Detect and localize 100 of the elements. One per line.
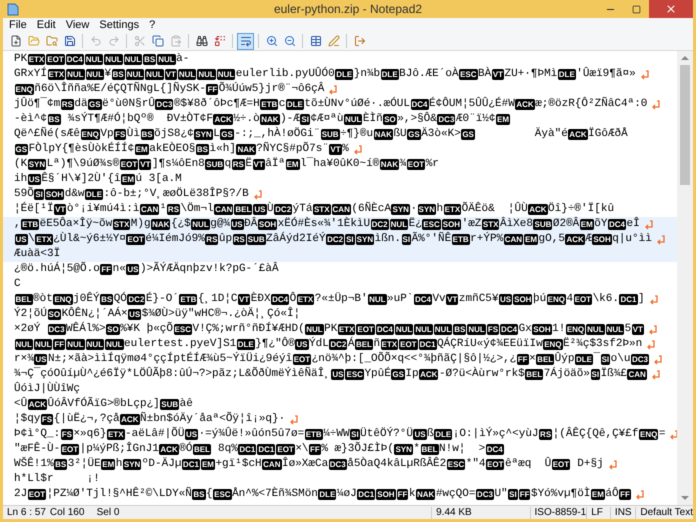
text-run: )>ÃÝÆÄqnþzv!k?pG-´£àÂ xyxy=(140,263,279,276)
control-char-badge: VT xyxy=(54,204,66,215)
control-char-badge: ESC xyxy=(422,219,441,230)
control-char-badge: US xyxy=(331,369,344,380)
word-wrap-button[interactable] xyxy=(237,32,254,50)
text-run: WÊÁl%> xyxy=(66,323,106,336)
text-run: ®$¥8ð´ôÞc¶Æ=H xyxy=(174,98,260,111)
control-char-badge: ETX xyxy=(106,429,125,440)
control-char-badge: ACK xyxy=(515,99,535,110)
control-char-badge: ETX xyxy=(444,204,462,215)
text-run: Vv xyxy=(432,293,446,306)
close-icon xyxy=(665,3,677,15)
control-char-badge: FF xyxy=(619,489,631,500)
text-run: ûp xyxy=(218,233,232,246)
control-char-badge: SYN xyxy=(356,234,374,245)
control-char-badge: SI xyxy=(590,369,600,380)
text-run: akEÒEO§ xyxy=(149,143,196,156)
vertical-scrollbar[interactable] xyxy=(677,51,693,505)
pen-icon xyxy=(328,35,340,47)
exit-icon xyxy=(354,35,366,47)
control-char-badge: ENQ xyxy=(546,294,566,305)
text-run: ¦PZ¼Ø'Tjl!§^HÊ²©\LDY«Ñ xyxy=(46,488,192,501)
text-run: æ;®özR{Ô²ZÑâC4ª:0 xyxy=(535,98,648,111)
text-run: ¦Éë[¹Ï xyxy=(14,203,54,216)
control-char-badge: BS xyxy=(196,144,210,155)
scroll-down-icon[interactable] xyxy=(681,496,689,500)
app-icon xyxy=(7,2,19,16)
control-char-badge: DC2 xyxy=(127,294,146,305)
text-run: ÂìXe8 xyxy=(500,218,533,231)
status-text: Sel 0 xyxy=(96,506,120,518)
text-run: Lª)¶\9úØ¾s® xyxy=(46,158,120,171)
control-char-badge: BS xyxy=(143,54,156,65)
control-char-badge: ESC xyxy=(174,324,192,335)
control-char-badge: ETB xyxy=(452,234,470,245)
status-text: 9.44 KB xyxy=(431,506,530,518)
control-char-badge: GS xyxy=(407,129,421,140)
close-button[interactable] xyxy=(649,0,693,18)
control-char-badge: US xyxy=(28,174,41,185)
control-char-badge: ESC xyxy=(459,69,478,80)
control-char-badge: RS xyxy=(60,99,74,110)
control-char-badge: NAK xyxy=(260,114,280,125)
text-run: 5 xyxy=(624,323,632,336)
control-char-badge: BEL xyxy=(234,204,252,215)
status-text: ISO-8859-1 xyxy=(530,506,586,518)
menu-item[interactable]: View xyxy=(62,18,94,32)
control-char-badge: SI xyxy=(402,234,412,245)
control-char-badge: SI xyxy=(350,429,360,440)
control-char-badge: CAN xyxy=(627,369,647,380)
menu-item[interactable]: Edit xyxy=(32,18,60,32)
text-run: Ë xyxy=(245,158,252,171)
text-run: ¿®ö.húÁ¦5@Õ.o xyxy=(14,263,100,276)
control-char-badge: DC4 xyxy=(376,324,394,335)
control-char-badge: NUL xyxy=(390,219,408,230)
status-text: Ln 6 : 57 xyxy=(6,506,46,518)
text-run: áÔ xyxy=(605,488,619,501)
control-char-badge: ETX xyxy=(338,324,356,335)
control-char-badge: DLE xyxy=(318,489,336,500)
text-run: 8q% xyxy=(217,443,238,456)
text-run: ú 3[a.M xyxy=(136,173,182,186)
text-run: ¦(ÂÊÇ{Qê,Ç¥£f xyxy=(552,428,638,441)
scroll-up-icon[interactable] xyxy=(681,56,689,60)
control-char-badge: FF xyxy=(518,489,530,500)
window-title: euler-python.zip - Notepad2 xyxy=(272,1,424,18)
control-char-badge: ETX xyxy=(48,69,66,80)
menu-item[interactable]: ? xyxy=(145,18,160,32)
text-run: % xyxy=(342,143,349,156)
control-char-badge: EOT xyxy=(28,489,46,500)
text-run: þú xyxy=(532,293,546,306)
text-run: U" xyxy=(494,488,508,501)
control-char-badge: US xyxy=(253,204,267,215)
text-run: +gï¹$cH xyxy=(215,458,262,471)
text-run: "æFÊ-Ù- xyxy=(14,443,60,456)
text-run: 'æZ xyxy=(462,218,482,231)
control-char-badge: NAK xyxy=(374,129,393,140)
status-text: Col 160 xyxy=(48,506,86,518)
control-char-badge: ENQ xyxy=(53,294,73,305)
text-run: Ë²¾ç$3sf2Þ»n xyxy=(563,338,642,351)
text-run: $Yó%vµ¶öÌ xyxy=(530,488,590,501)
control-char-badge: BEL xyxy=(536,354,554,365)
text-run: *"4 xyxy=(466,458,486,471)
control-char-badge: ETX xyxy=(35,234,53,245)
text-run: êªæq Û xyxy=(504,458,552,471)
control-char-badge: SUB xyxy=(320,129,340,140)
folder-search-icon xyxy=(46,35,58,47)
text-run: Öî}÷®'Ï[kû xyxy=(548,203,614,216)
text-run: zmñC5¥ xyxy=(458,293,498,306)
text-run: q xyxy=(224,158,232,171)
text-run: ¾sÝT¶Æ#Ó¦bQº® ÐV±ÒT¢F xyxy=(66,113,213,126)
control-char-badge: DC4 xyxy=(486,444,504,455)
text-run: 59Õ xyxy=(14,188,34,201)
control-char-badge: DC4 xyxy=(410,99,429,110)
text-run: ÜtêÖÝ?°Ü xyxy=(360,428,413,441)
text-run: Ñ±bn$óÄy´åaª<Õÿ¦î¡»q}· xyxy=(140,413,286,426)
scrollbar-thumb[interactable] xyxy=(680,65,690,185)
control-char-badge: EM xyxy=(524,234,538,245)
menu-item[interactable]: Settings xyxy=(95,18,144,32)
menu-item[interactable]: File xyxy=(5,18,31,32)
text-run: ¦$qy xyxy=(14,413,40,426)
text-run: eÎ xyxy=(626,218,640,231)
control-char-badge: NUL xyxy=(197,69,216,80)
